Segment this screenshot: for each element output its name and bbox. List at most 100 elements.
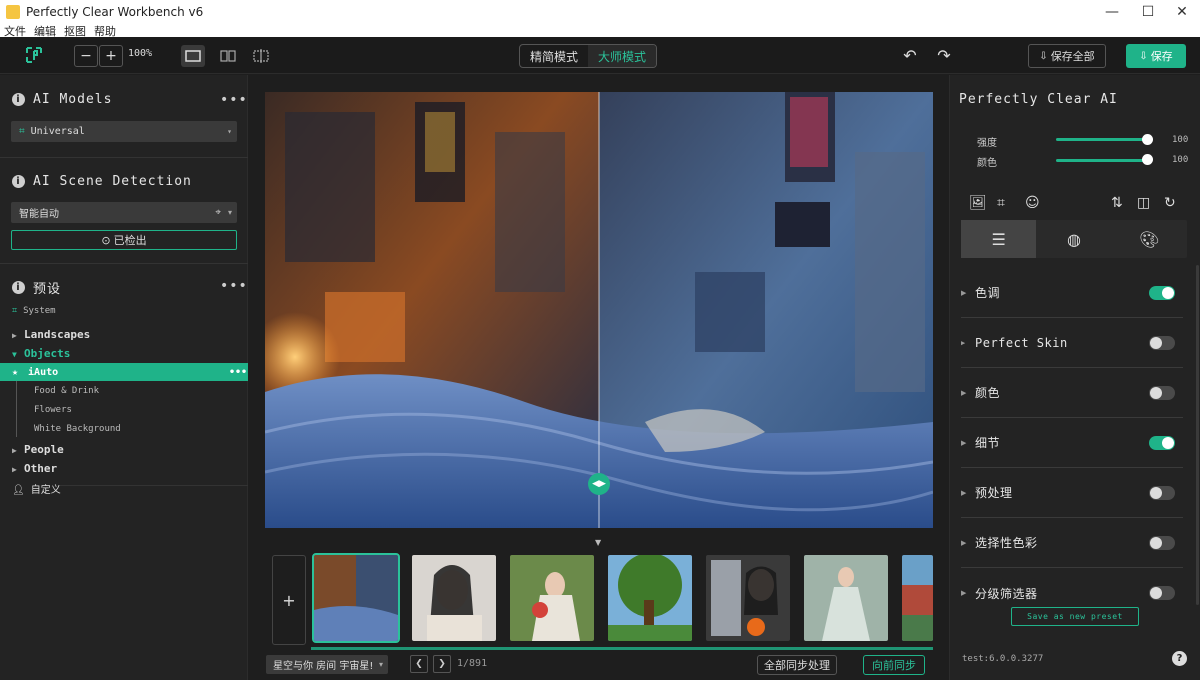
rotate-icon[interactable]: ↻ [1164, 195, 1176, 211]
preset-item-white-background[interactable]: White Background [34, 424, 121, 434]
single-view-icon[interactable] [181, 45, 205, 67]
preset-item-flowers[interactable]: Flowers [34, 405, 72, 415]
divider [0, 263, 248, 264]
face-icon[interactable]: ☺ [1025, 195, 1040, 211]
mode-master-tab[interactable]: 大师模式 [588, 45, 657, 67]
tab-ai-retouch-icon[interactable]: ◍ [1036, 220, 1111, 258]
preprocess-toggle[interactable] [1149, 486, 1175, 500]
detail-toggle[interactable] [1149, 436, 1175, 450]
adjustment-label: 选择性色彩 [975, 536, 1038, 550]
save-all-button[interactable]: ⇩ 保存全部 [1028, 44, 1106, 68]
help-icon[interactable]: ? [1172, 651, 1187, 666]
left-panel: i AI Models ••• ⌗ Universal ▾ i AI Scene… [0, 75, 248, 680]
adjustment-detail[interactable]: ▶ 细节 [961, 418, 1183, 468]
adjustment-label: 分级筛选器 [975, 586, 1038, 601]
preset-group-objects[interactable]: ▼ Objects [12, 347, 70, 360]
flip-vertical-icon[interactable]: ⇅ [1111, 195, 1123, 211]
crop-icon[interactable]: ⌗ [997, 195, 1005, 211]
panel-scrollbar[interactable] [1196, 265, 1199, 605]
preset-group-other[interactable]: ▶ Other [12, 462, 57, 475]
adjustment-label: 预处理 [975, 486, 1013, 500]
system-icon: ⌗ [12, 306, 18, 316]
chevron-right-icon: ▶ [961, 388, 967, 397]
thumbnail[interactable] [510, 555, 594, 641]
ai-model-select[interactable]: ⌗ Universal ▾ [11, 121, 237, 142]
color-slider[interactable] [1056, 159, 1148, 162]
chevron-right-icon: ▶ [12, 331, 17, 340]
sync-all-button[interactable]: 全部同步处理 [757, 655, 837, 675]
adjustment-label: 细节 [975, 436, 1001, 450]
thumbnail[interactable] [608, 555, 692, 641]
folder-select[interactable]: 星空与你 房间 宇宙星! ▾ [266, 655, 388, 674]
side-by-side-icon[interactable] [216, 45, 240, 67]
selective-color-toggle[interactable] [1149, 536, 1175, 550]
save-button[interactable]: ⇩ 保存 [1126, 44, 1186, 68]
preset-item-more-button[interactable]: ••• [229, 367, 247, 378]
thumbnail[interactable] [312, 553, 400, 643]
tab-palette-icon[interactable]: 🎨︎ [1112, 220, 1187, 258]
collapse-filmstrip-icon[interactable]: ▼ [595, 538, 601, 547]
image-canvas: ◀▶ ▼ + 星空与你 房间 宇宙星! ▾ ❮ ❯ 1/891 全部同步处理 向… [249, 75, 948, 680]
zoom-in-button[interactable]: + [99, 45, 123, 67]
minimize-button[interactable]: — [1094, 0, 1130, 24]
strength-slider-handle[interactable] [1142, 134, 1153, 145]
image-icon[interactable]: 🖼︎ [969, 195, 987, 211]
preset-custom[interactable]: 👤︎ 自定义 [12, 481, 61, 496]
scene-detection-header: i AI Scene Detection [12, 174, 192, 189]
chevron-right-icon: ▶ [961, 288, 967, 297]
preset-item-food-drink[interactable]: Food & Drink [34, 386, 99, 396]
tab-adjust-sliders-icon[interactable]: ☰ [961, 220, 1037, 258]
strength-slider[interactable] [1056, 138, 1148, 141]
chevron-right-icon: ▶ [961, 488, 967, 497]
save-preset-button[interactable]: Save as new preset [1011, 607, 1139, 626]
scan-icon: ⊙ [101, 233, 111, 247]
tone-toggle[interactable] [1149, 286, 1175, 300]
thumbnail[interactable] [804, 555, 888, 641]
graduated-filter-toggle[interactable] [1149, 586, 1175, 600]
scene-detection-select[interactable]: 智能自动 ⌖ ▾ [11, 202, 237, 223]
target-icon: ⌖ [215, 207, 221, 218]
version-label: test:6.0.0.3277 [962, 654, 1044, 664]
split-view-icon[interactable] [249, 45, 273, 67]
sync-forward-button[interactable]: 向前同步 [863, 655, 925, 675]
ai-model-value: Universal [30, 126, 85, 137]
redo-icon[interactable]: ↷ [934, 45, 954, 65]
perfect-skin-toggle[interactable] [1149, 336, 1175, 350]
color-slider-handle[interactable] [1142, 154, 1153, 165]
adjustment-tone[interactable]: ▶ 色调 [961, 268, 1183, 318]
thumbnail[interactable] [412, 555, 496, 641]
filmstrip-scrollbar[interactable] [311, 647, 933, 650]
split-handle-icon[interactable]: ◀▶ [588, 473, 610, 495]
adjustment-color[interactable]: ▶ 颜色 [961, 368, 1183, 418]
flip-horizontal-icon[interactable]: ◫ [1137, 195, 1150, 211]
maximize-button[interactable]: ☐ [1130, 0, 1166, 24]
save-icon: ⇩ [1139, 50, 1148, 62]
preset-item-iauto[interactable]: ★ iAuto ••• [0, 363, 248, 381]
next-image-button[interactable]: ❯ [433, 655, 451, 673]
adjustment-perfect-skin[interactable]: ▶ Perfect Skin [961, 318, 1183, 368]
adjustment-selective-color[interactable]: ▶ 选择性色彩 [961, 518, 1183, 568]
close-button[interactable]: ✕ [1164, 0, 1200, 24]
thumbnail[interactable] [902, 555, 933, 641]
add-image-button[interactable]: + [272, 555, 306, 645]
main-photo[interactable]: ◀▶ [265, 92, 933, 528]
preset-item-label: iAuto [28, 366, 59, 378]
thumbnail[interactable] [706, 555, 790, 641]
chevron-right-icon: ❯ [438, 659, 446, 669]
ai-models-more-button[interactable]: ••• [220, 92, 248, 108]
tree-guide [16, 381, 17, 437]
detected-label: 已检出 [113, 234, 147, 247]
chevron-down-icon: ▾ [227, 127, 232, 136]
model-icon: ⌗ [19, 126, 25, 137]
preset-group-people[interactable]: ▶ People [12, 443, 64, 456]
detected-button[interactable]: ⊙ 已检出 [11, 230, 237, 250]
compare-split-line[interactable] [598, 92, 600, 528]
prev-image-button[interactable]: ❮ [410, 655, 428, 673]
adjustment-preprocess[interactable]: ▶ 预处理 [961, 468, 1183, 518]
color-toggle[interactable] [1149, 386, 1175, 400]
presets-more-button[interactable]: ••• [220, 278, 248, 294]
zoom-out-button[interactable]: − [74, 45, 98, 67]
undo-icon[interactable]: ↶ [900, 45, 920, 65]
preset-group-landscapes[interactable]: ▶ Landscapes [12, 328, 90, 341]
mode-simple-tab[interactable]: 精简模式 [520, 45, 588, 67]
